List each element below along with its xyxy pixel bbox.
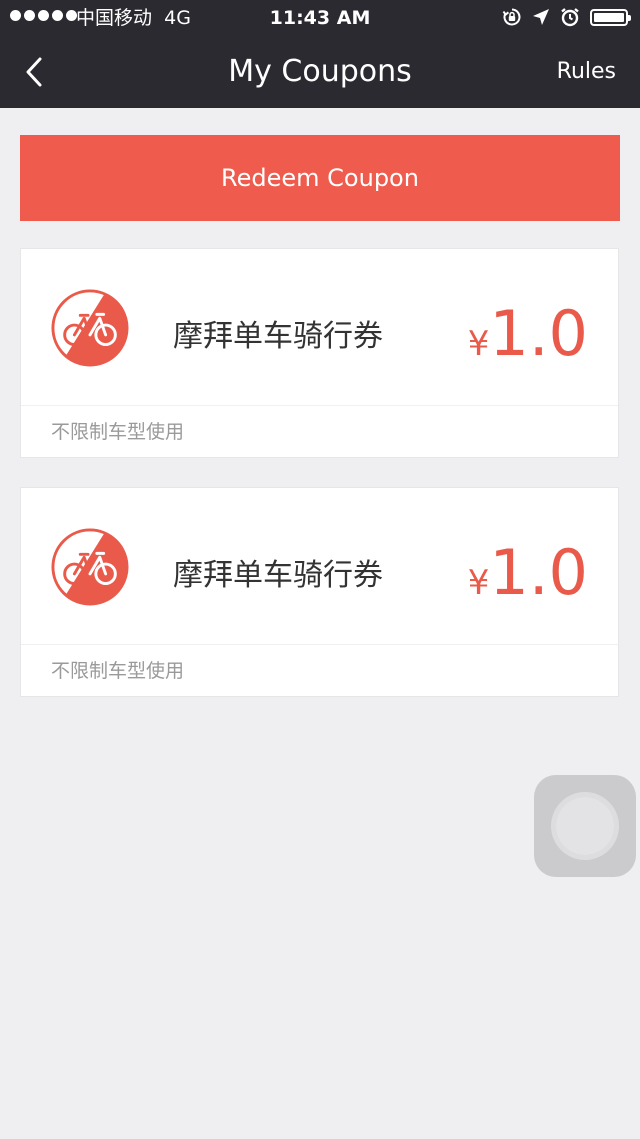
bike-logo-icon xyxy=(51,289,129,367)
coupon-value: 1.0 xyxy=(489,536,588,609)
coupon-amount: ¥1.0 xyxy=(468,299,588,369)
assistive-touch-icon xyxy=(556,797,614,855)
bike-logo-icon xyxy=(51,528,129,606)
coupon-card[interactable]: 摩拜单车骑行券 ¥1.0 不限制车型使用 xyxy=(21,249,618,457)
rules-link[interactable]: Rules xyxy=(557,36,616,108)
location-arrow-icon xyxy=(533,9,549,25)
coupon-value: 1.0 xyxy=(489,297,588,370)
battery-icon xyxy=(590,8,631,26)
coupon-note: 不限制车型使用 xyxy=(51,421,185,443)
coupon-divider xyxy=(21,405,618,406)
top-bar: 中国移动 4G 11:43 AM My Coupons Rules xyxy=(0,0,640,108)
status-icons xyxy=(502,7,631,27)
currency-symbol: ¥ xyxy=(467,324,490,364)
redeem-coupon-button[interactable]: Redeem Coupon xyxy=(20,135,620,221)
coupon-card[interactable]: 摩拜单车骑行券 ¥1.0 不限制车型使用 xyxy=(21,488,618,696)
navigation-bar: My Coupons Rules xyxy=(0,36,640,108)
assistive-touch-button[interactable] xyxy=(534,775,636,877)
rotation-lock-icon xyxy=(502,8,521,26)
coupon-name: 摩拜单车骑行券 xyxy=(173,558,383,593)
coupon-amount: ¥1.0 xyxy=(468,538,588,608)
coupon-note: 不限制车型使用 xyxy=(51,660,185,682)
currency-symbol: ¥ xyxy=(467,563,490,603)
coupon-name: 摩拜单车骑行券 xyxy=(173,319,383,354)
alarm-icon xyxy=(561,8,579,27)
coupon-divider xyxy=(21,644,618,645)
page-title: My Coupons xyxy=(228,54,412,89)
status-bar: 中国移动 4G 11:43 AM xyxy=(0,0,640,36)
